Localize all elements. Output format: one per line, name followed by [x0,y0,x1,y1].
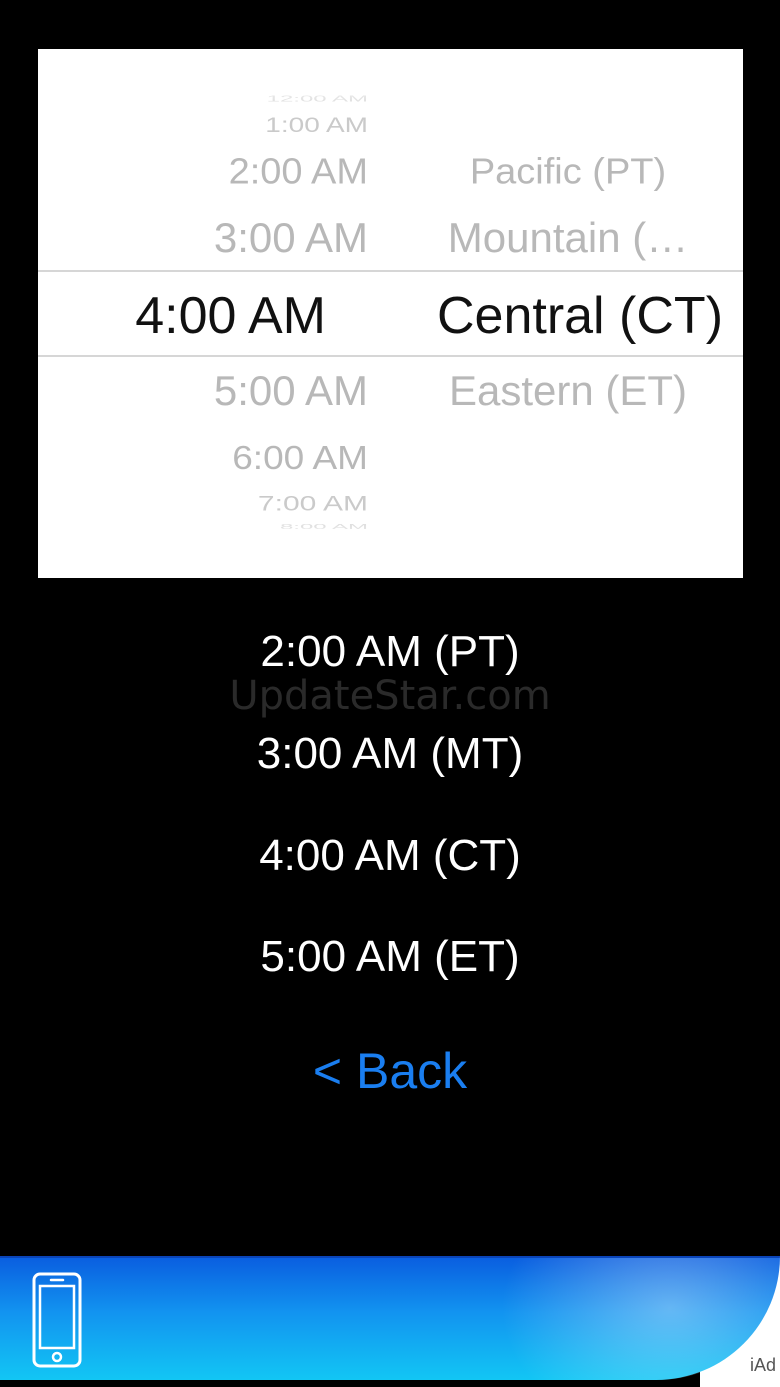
watermark: UpdateStar.com [229,673,551,719]
back-button[interactable]: < Back [0,1046,780,1096]
picker-time-row[interactable]: 7:00 AM [38,493,368,515]
iad-label: iAd [749,1355,776,1375]
picker-time-row[interactable]: 8:00 AM [38,523,368,530]
iad-banner[interactable] [0,1256,780,1380]
picker-time-row[interactable]: 3:00 AM [38,217,368,259]
picker-time-row[interactable]: 5:00 AM [38,370,368,412]
picker-time-row[interactable]: 1:00 AM [38,114,368,136]
selection-line-bottom [38,355,743,357]
picker-zone-row[interactable]: Mountain (… [398,217,738,259]
picker-time-row[interactable]: 6:00 AM [38,441,368,474]
picker-fade-bottom [38,508,743,578]
picker-zone-selected[interactable]: Central (CT) [410,290,743,342]
picker-fade-top [38,49,743,119]
selection-line-top [38,270,743,272]
picker-time-row[interactable]: 12:00 AM [38,95,368,103]
banner-glow [500,1258,780,1380]
picker-zone-row[interactable]: Eastern (ET) [398,370,738,412]
time-zone-picker[interactable]: 12:00 AM 1:00 AM 2:00 AM 3:00 AM 4:00 AM… [38,49,743,578]
app-screen: 12:00 AM 1:00 AM 2:00 AM 3:00 AM 4:00 AM… [0,0,780,1387]
result-central: 4:00 AM (CT) [259,831,521,880]
picker-time-selected[interactable]: 4:00 AM [38,290,326,342]
smartphone-icon [32,1272,82,1373]
picker-time-row[interactable]: 2:00 AM [38,154,368,190]
result-pacific: 2:00 AM (PT) [260,627,520,676]
picker-zone-row[interactable]: Pacific (PT) [398,154,738,190]
result-mountain: 3:00 AM (MT) [256,729,524,778]
result-eastern: 5:00 AM (ET) [260,932,520,981]
